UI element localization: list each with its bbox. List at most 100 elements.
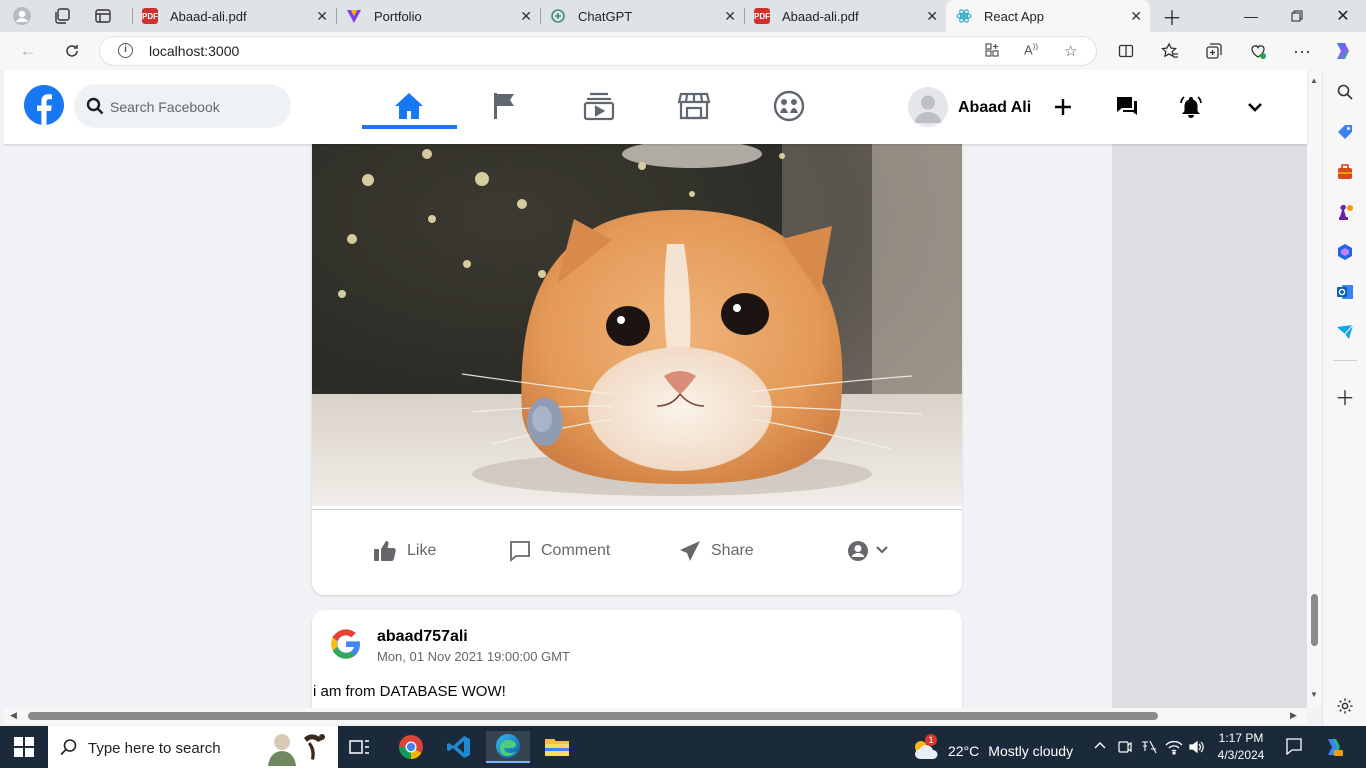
post-date: Mon, 01 Nov 2021 19:00:00 GMT	[377, 649, 570, 664]
notifications-icon[interactable]	[1178, 94, 1204, 120]
split-screen-icon[interactable]	[1114, 39, 1138, 63]
cloudy-weather-icon: 1	[912, 734, 940, 764]
browser-essentials-icon[interactable]	[1246, 39, 1270, 63]
profile-icon[interactable]	[10, 4, 34, 28]
close-tab-icon[interactable]: ✕	[1130, 8, 1142, 25]
search-input[interactable]: Search Facebook	[110, 99, 220, 115]
windows-start-icon[interactable]	[14, 737, 34, 762]
file-explorer-icon[interactable]	[535, 731, 579, 763]
microsoft-365-icon[interactable]	[1335, 242, 1355, 262]
collections-icon[interactable]	[1202, 39, 1226, 63]
vertical-scrollbar[interactable]: ▲ ▼	[1307, 70, 1322, 708]
taskbar-search-input[interactable]: Type here to search	[88, 740, 221, 757]
wifi-icon[interactable]	[1165, 739, 1183, 758]
windows-taskbar: Type here to search 1 22°C Mostly cloudy	[0, 726, 1366, 768]
task-view-icon[interactable]	[338, 731, 382, 763]
share-button[interactable]: Share	[679, 540, 754, 562]
games-chess-icon[interactable]	[1335, 202, 1355, 222]
horizontal-scroll-thumb[interactable]	[28, 712, 1158, 720]
vertical-scroll-thumb[interactable]	[1311, 594, 1318, 646]
active-tab-indicator	[362, 125, 457, 129]
meet-now-icon[interactable]	[1117, 739, 1133, 758]
weather-description: Mostly cloudy	[988, 742, 1074, 759]
avatar[interactable]	[908, 87, 948, 127]
app-available-icon[interactable]	[984, 42, 1000, 62]
url-text: localhost:3000	[149, 43, 240, 59]
weather-temperature: 22°C	[948, 742, 980, 759]
tab-pdf-2[interactable]: PDF Abaad-ali.pdf ✕	[744, 0, 946, 32]
favorites-icon[interactable]	[1158, 39, 1182, 63]
close-tab-icon[interactable]: ✕	[316, 8, 328, 25]
user-name[interactable]: Abaad Ali	[958, 99, 1031, 117]
refresh-icon[interactable]	[60, 39, 84, 63]
close-tab-icon[interactable]: ✕	[520, 8, 532, 25]
watch-icon[interactable]	[579, 88, 619, 124]
scroll-left-arrow-icon[interactable]: ◀	[10, 710, 17, 721]
favorite-star-icon[interactable]: ☆	[1064, 42, 1077, 60]
thumbs-up-icon	[373, 540, 397, 562]
post-author[interactable]: abaad757ali	[377, 628, 468, 646]
search-box[interactable]: Search Facebook	[74, 84, 291, 128]
copilot-taskbar-icon[interactable]	[1322, 736, 1344, 761]
weather-widget[interactable]: 1 22°C Mostly cloudy	[912, 734, 1074, 764]
restore-icon[interactable]	[1274, 0, 1320, 32]
new-tab-icon[interactable]: ＋	[1160, 4, 1184, 30]
search-highlight-image-icon[interactable]	[260, 728, 334, 768]
flag-icon[interactable]	[485, 88, 525, 124]
post-image[interactable]	[312, 144, 962, 506]
more-options-icon[interactable]: ···	[1290, 39, 1314, 63]
tab-pdf-1[interactable]: PDF Abaad-ali.pdf ✕	[132, 0, 336, 32]
create-icon[interactable]	[1050, 94, 1076, 120]
tab-title: ChatGPT	[578, 8, 633, 24]
scroll-up-arrow-icon[interactable]: ▲	[1310, 76, 1318, 85]
tab-chatgpt[interactable]: ChatGPT ✕	[540, 0, 744, 32]
vscode-icon[interactable]	[437, 731, 481, 763]
edge-sidebar: ＋	[1322, 70, 1366, 726]
comment-button[interactable]: Comment	[509, 540, 610, 562]
share-icon	[679, 540, 701, 562]
back-icon[interactable]: ←	[16, 39, 40, 63]
edge-icon[interactable]	[486, 731, 530, 763]
right-sidebar-column	[1112, 144, 1307, 708]
scroll-right-arrow-icon[interactable]: ▶	[1290, 710, 1297, 721]
input-language-icon[interactable]	[1140, 739, 1158, 758]
post-text: i am from DATABASE WOW!	[313, 683, 506, 700]
taskbar-search-box[interactable]: Type here to search	[48, 726, 338, 768]
audience-selector[interactable]	[847, 540, 889, 562]
notification-center-icon[interactable]	[1285, 737, 1303, 758]
tab-react-app[interactable]: React App ✕	[946, 0, 1150, 32]
chrome-icon[interactable]	[389, 731, 433, 763]
like-button[interactable]: Like	[373, 540, 436, 562]
show-hidden-icons-chevron-icon[interactable]	[1093, 739, 1107, 753]
copilot-icon[interactable]	[1330, 39, 1354, 63]
close-tab-icon[interactable]: ✕	[724, 8, 736, 25]
facebook-logo[interactable]	[24, 85, 64, 125]
minimize-icon[interactable]: —	[1228, 0, 1274, 32]
close-window-icon[interactable]: ✕	[1320, 0, 1366, 32]
scroll-down-arrow-icon[interactable]: ▼	[1310, 690, 1318, 699]
close-tab-icon[interactable]: ✕	[926, 8, 938, 25]
messenger-icon[interactable]	[1114, 94, 1140, 120]
outlook-icon[interactable]	[1335, 282, 1355, 302]
search-icon	[60, 738, 78, 761]
tools-briefcase-icon[interactable]	[1335, 162, 1355, 182]
marketplace-icon[interactable]	[674, 88, 714, 124]
settings-gear-icon[interactable]	[1335, 696, 1355, 716]
home-icon[interactable]	[389, 88, 429, 124]
tab-actions-icon[interactable]	[91, 4, 115, 28]
taskbar-clock[interactable]: 1:17 PM 4/3/2024	[1212, 730, 1270, 764]
send-drop-icon[interactable]	[1335, 322, 1355, 342]
account-menu-chevron-icon[interactable]	[1242, 94, 1268, 120]
tab-portfolio[interactable]: Portfolio ✕	[336, 0, 540, 32]
horizontal-scrollbar[interactable]: ◀ ▶	[4, 708, 1307, 724]
read-aloud-icon[interactable]: A))	[1024, 42, 1038, 57]
groups-icon[interactable]	[769, 88, 809, 124]
site-info-icon[interactable]: i	[118, 43, 133, 58]
volume-icon[interactable]	[1188, 739, 1206, 758]
address-bar[interactable]: i localhost:3000 A)) ☆	[100, 37, 1096, 65]
add-sidebar-app-icon[interactable]: ＋	[1335, 386, 1355, 410]
search-icon[interactable]	[1335, 82, 1355, 102]
clock-date: 4/3/2024	[1217, 748, 1265, 762]
workspaces-icon[interactable]	[50, 4, 74, 28]
shopping-tag-icon[interactable]	[1335, 122, 1355, 142]
